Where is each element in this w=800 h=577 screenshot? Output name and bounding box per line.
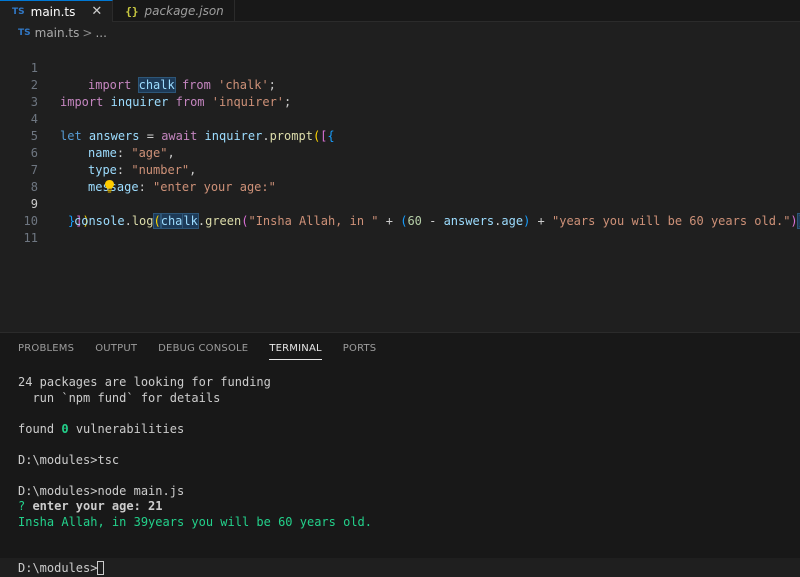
close-icon[interactable]: ✕ <box>91 4 102 19</box>
tab-ports[interactable]: PORTS <box>343 333 377 365</box>
breadcrumb: TS main.ts > ... <box>0 23 800 43</box>
panel-tab-bar: PROBLEMS OUTPUT DEBUG CONSOLE TERMINAL P… <box>0 333 800 365</box>
tab-problems[interactable]: PROBLEMS <box>18 333 74 365</box>
code-line: 7 message: "enter your age:" <box>0 145 800 194</box>
prompt-question: enter your age: <box>25 499 141 513</box>
code-line: 3 <box>0 77 800 109</box>
code-line: 6 type: "number", <box>0 128 800 177</box>
tab-package-json[interactable]: {} package.json <box>113 0 235 22</box>
code-line: 2 import inquirer from 'inquirer'; <box>0 60 800 109</box>
line-number: 11 <box>23 231 38 245</box>
editor-tab-bar: TS main.ts ✕ {} package.json <box>0 0 800 22</box>
code-editor[interactable]: 1 import chalk from 'chalk'; 2 import in… <box>0 42 800 332</box>
bottom-panel: PROBLEMS OUTPUT DEBUG CONSOLE TERMINAL P… <box>0 332 800 575</box>
terminal-output[interactable]: 24 packages are looking for funding run … <box>18 375 793 577</box>
terminal-line[interactable]: D:\modules> <box>18 561 793 577</box>
tab-label: main.ts <box>30 4 76 19</box>
breadcrumb-symbols[interactable]: ... <box>95 26 106 40</box>
terminal-line-result: Insha Allah, in 39years you will be 60 y… <box>18 514 373 529</box>
terminal-cursor <box>97 561 105 575</box>
terminal-line: D:\modules>tsc <box>18 452 120 467</box>
prompt-answer: 21 <box>140 499 163 513</box>
code-line: 4 let answers = await inquirer.prompt([{ <box>0 94 800 143</box>
code-line-current: 9 console.log(chalk.green("Insha Allah, … <box>0 179 800 229</box>
terminal-line: ? enter your age: 21 <box>18 499 793 515</box>
tab-terminal[interactable]: TERMINAL <box>269 333 323 365</box>
terminal-line: D:\modules>node main.js <box>18 483 185 498</box>
terminal-line: found 0 vulnerabilities <box>18 422 793 438</box>
code-line: 5 name: "age", <box>0 111 800 160</box>
vulnerability-count: 0 <box>61 421 69 436</box>
code-line: 11 <box>0 213 800 245</box>
terminal-line: 24 packages are looking for funding <box>18 375 271 389</box>
terminal-line: run `npm fund` for details <box>18 390 221 405</box>
tab-debug-console[interactable]: DEBUG CONSOLE <box>158 333 248 365</box>
chevron-right-icon: > <box>82 26 93 40</box>
tab-main-ts[interactable]: TS main.ts ✕ <box>0 0 114 22</box>
tab-label: package.json <box>144 4 224 18</box>
code-line: 8 }]) <box>0 162 800 228</box>
terminal-text: found <box>18 421 62 436</box>
breadcrumb-file[interactable]: main.ts <box>35 26 80 40</box>
json-file-icon: {} <box>125 4 139 18</box>
typescript-file-icon: TS <box>12 6 25 17</box>
tab-output[interactable]: OUTPUT <box>95 333 137 365</box>
code-line: 1 import chalk from 'chalk'; <box>0 43 800 93</box>
typescript-file-icon: TS <box>18 28 31 38</box>
code-line: 10 <box>0 196 800 228</box>
terminal-prompt: D:\modules> <box>18 561 98 575</box>
terminal-text: vulnerabilities <box>68 421 185 436</box>
